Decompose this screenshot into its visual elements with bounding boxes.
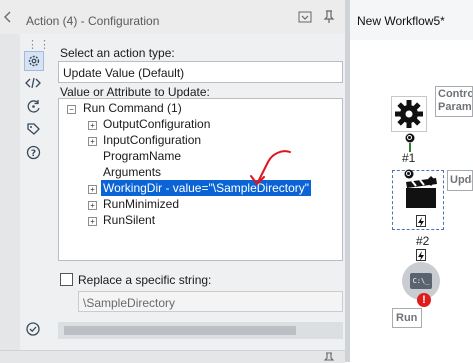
workflow-tab[interactable]: New Workflow5* bbox=[357, 14, 445, 28]
check-circle-icon[interactable] bbox=[26, 322, 40, 336]
tag-rotate-icon[interactable] bbox=[24, 97, 42, 115]
question-anchor-icon[interactable] bbox=[405, 133, 415, 143]
error-badge-icon[interactable]: ! bbox=[417, 293, 431, 307]
svg-text:?: ? bbox=[30, 149, 35, 159]
tree-collapse-toggle[interactable]: − bbox=[67, 105, 76, 114]
panel-title: Action (4) - Configuration bbox=[26, 14, 160, 28]
tree-item-runsilent[interactable]: RunSilent bbox=[103, 213, 155, 227]
gear-icon bbox=[395, 100, 423, 128]
pin-icon[interactable] bbox=[322, 10, 336, 24]
collapse-arrow-icon[interactable] bbox=[3, 11, 13, 23]
clapperboard-icon bbox=[406, 176, 437, 208]
control-parameter-annotation: Control Parameter bbox=[435, 86, 473, 117]
lightning-anchor-icon[interactable] bbox=[416, 215, 426, 227]
left-strip bbox=[0, 34, 20, 362]
tree-expand-toggle[interactable]: + bbox=[88, 201, 97, 210]
overflow-dots: ⋮⋮ bbox=[27, 39, 51, 51]
run-tool-screen: C:\_ bbox=[410, 273, 432, 289]
bottom-panel-bar bbox=[0, 350, 345, 363]
tree-expand-toggle[interactable]: + bbox=[88, 217, 97, 226]
action-type-value: Update Value (Default) bbox=[63, 66, 185, 80]
action-annotation: Update bbox=[447, 170, 473, 191]
tree-item-runminimized[interactable]: RunMinimized bbox=[103, 197, 179, 211]
tree-expand-toggle[interactable]: + bbox=[88, 121, 97, 130]
value-tree[interactable]: − Run Command (1) + OutputConfiguration … bbox=[58, 98, 343, 261]
tree-item-arguments[interactable]: Arguments bbox=[103, 165, 161, 179]
connection-1-label: #1 bbox=[402, 151, 416, 165]
control-parameter-tool[interactable] bbox=[391, 96, 427, 132]
dropdown-icon[interactable] bbox=[298, 10, 312, 24]
pin-icon[interactable] bbox=[322, 352, 336, 362]
replace-string-checkbox[interactable] bbox=[60, 273, 73, 286]
tree-item-outputconfiguration[interactable]: OutputConfiguration bbox=[103, 117, 210, 131]
annotation-arrow-icon bbox=[250, 150, 291, 185]
code-icon[interactable] bbox=[24, 74, 42, 92]
replace-string-input[interactable]: \SampleDirectory bbox=[78, 291, 343, 312]
value-attribute-label: Value or Attribute to Update: bbox=[60, 85, 210, 99]
tree-item-programname[interactable]: ProgramName bbox=[103, 149, 181, 163]
connection-2-label: #2 bbox=[416, 234, 430, 248]
replace-string-value: \SampleDirectory bbox=[83, 296, 176, 310]
run-annotation: Run bbox=[392, 308, 422, 328]
tag-icon[interactable] bbox=[24, 120, 42, 138]
tree-root-run-command[interactable]: Run Command (1) bbox=[83, 101, 182, 115]
action-type-select[interactable]: Update Value (Default) bbox=[58, 61, 343, 83]
tree-expand-toggle[interactable]: + bbox=[88, 185, 97, 194]
gear-icon[interactable] bbox=[24, 51, 44, 71]
help-icon[interactable]: ? bbox=[24, 143, 42, 161]
action-type-label: Select an action type: bbox=[60, 46, 175, 60]
tree-expand-toggle[interactable]: + bbox=[88, 137, 97, 146]
lightning-anchor-icon[interactable] bbox=[416, 249, 426, 261]
replace-string-label: Replace a specific string: bbox=[78, 273, 212, 287]
scrollbar-thumb[interactable] bbox=[64, 326, 296, 335]
tree-item-inputconfiguration[interactable]: InputConfiguration bbox=[103, 133, 201, 147]
